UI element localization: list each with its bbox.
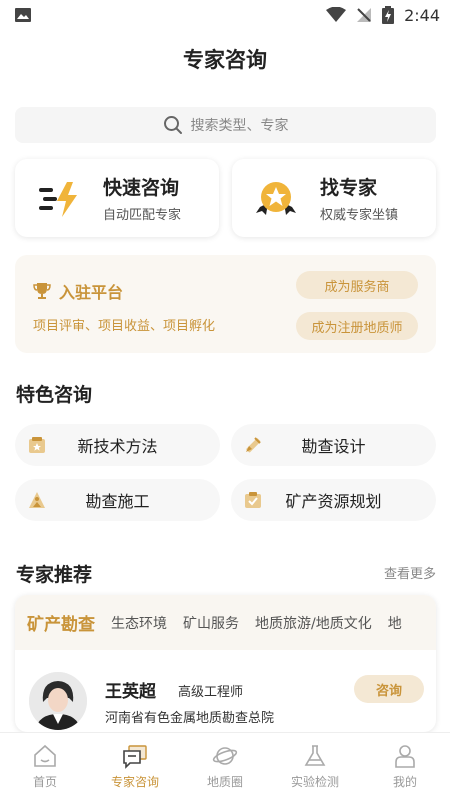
platform-title: 入驻平台 bbox=[59, 283, 124, 302]
find-expert-card[interactable]: 找专家 权威专家坐镇 bbox=[232, 159, 436, 237]
feature-new-tech[interactable]: 新技术方法 bbox=[15, 424, 220, 466]
no-signal-icon bbox=[357, 8, 372, 22]
quick-consult-subtitle: 自动匹配专家 bbox=[103, 208, 182, 223]
search-icon bbox=[163, 116, 182, 134]
find-expert-title: 找专家 bbox=[320, 177, 378, 199]
find-expert-subtitle: 权威专家坐镇 bbox=[320, 208, 399, 223]
planet-icon bbox=[212, 747, 238, 765]
nav-label: 实验检测 bbox=[290, 775, 339, 789]
chat-icon bbox=[123, 745, 147, 769]
status-bar: 2:44 bbox=[0, 0, 450, 30]
tab-mineral-exploration[interactable]: 矿产勘查 bbox=[27, 610, 95, 635]
featured-section-title: 特色咨询 bbox=[16, 384, 93, 406]
nav-home[interactable]: 首页 bbox=[0, 743, 90, 790]
quick-consult-title: 快速咨询 bbox=[103, 177, 180, 199]
new-tech-icon bbox=[29, 437, 45, 453]
lightning-icon bbox=[39, 182, 77, 217]
nav-label: 地质圈 bbox=[206, 775, 243, 789]
expert-title: 高级工程师 bbox=[178, 685, 244, 700]
design-icon bbox=[246, 437, 261, 453]
consult-button[interactable]: 咨询 bbox=[354, 675, 424, 703]
user-icon bbox=[395, 745, 415, 768]
search-bar[interactable]: 搜索类型、专家 bbox=[15, 107, 436, 143]
become-geologist-button[interactable]: 成为注册地质师 bbox=[296, 312, 418, 340]
bottom-nav: 首页 专家咨询 地质圈 实验检测 我的 bbox=[0, 732, 450, 800]
battery-icon bbox=[382, 6, 395, 24]
platform-description: 项目评审、项目收益、项目孵化 bbox=[33, 319, 216, 334]
experts-section-title: 专家推荐 bbox=[16, 564, 93, 586]
feature-design[interactable]: 勘查设计 bbox=[231, 424, 436, 466]
page-title: 专家咨询 bbox=[183, 48, 267, 72]
construction-icon bbox=[29, 492, 45, 508]
nav-expert-consult[interactable]: 专家咨询 bbox=[90, 743, 180, 790]
flask-icon bbox=[304, 745, 326, 766]
nav-geo-circle[interactable]: 地质圈 bbox=[180, 743, 270, 790]
tab-more[interactable]: 地 bbox=[388, 613, 402, 633]
wifi-icon bbox=[326, 7, 347, 22]
avatar bbox=[29, 672, 87, 730]
feature-planning[interactable]: 矿产资源规划 bbox=[231, 479, 436, 521]
home-icon bbox=[34, 744, 56, 767]
tab-mine-service[interactable]: 矿山服务 bbox=[183, 613, 239, 633]
gallery-icon bbox=[15, 8, 31, 22]
become-provider-button[interactable]: 成为服务商 bbox=[296, 271, 418, 299]
trophy-icon bbox=[33, 283, 51, 299]
status-time: 2:44 bbox=[404, 5, 440, 25]
expert-name: 王英超 bbox=[105, 682, 156, 702]
search-placeholder: 搜索类型、专家 bbox=[190, 118, 289, 134]
medal-icon bbox=[256, 182, 296, 215]
nav-profile[interactable]: 我的 bbox=[360, 743, 450, 790]
nav-label: 首页 bbox=[32, 775, 57, 789]
feature-construction[interactable]: 勘查施工 bbox=[15, 479, 220, 521]
expert-category-tabs: 矿产勘查 生态环境 矿山服务 地质旅游/地质文化 地 bbox=[15, 595, 436, 650]
nav-label: 专家咨询 bbox=[110, 775, 159, 789]
tab-ecology[interactable]: 生态环境 bbox=[111, 613, 167, 633]
expert-recommend-panel: 矿产勘查 生态环境 矿山服务 地质旅游/地质文化 地 王英超 高级工程师 河南省… bbox=[15, 595, 436, 732]
tab-geo-tourism[interactable]: 地质旅游/地质文化 bbox=[255, 613, 372, 633]
nav-lab-testing[interactable]: 实验检测 bbox=[270, 743, 360, 790]
planning-icon bbox=[245, 492, 261, 508]
quick-consult-card[interactable]: 快速咨询 自动匹配专家 bbox=[15, 159, 219, 237]
expert-organization: 河南省有色金属地质勘查总院 bbox=[105, 711, 275, 726]
person-photo-icon bbox=[29, 672, 87, 730]
nav-label: 我的 bbox=[392, 775, 417, 789]
join-platform-banner: 入驻平台 项目评审、项目收益、项目孵化 成为服务商 成为注册地质师 bbox=[15, 255, 436, 353]
view-more-link[interactable]: 查看更多 bbox=[384, 563, 436, 582]
